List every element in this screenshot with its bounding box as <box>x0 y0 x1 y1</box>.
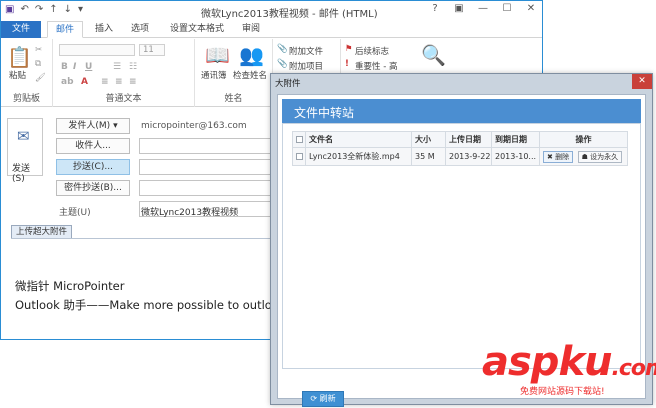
save-icon[interactable]: ▣ <box>5 4 14 15</box>
window-title: 微软Lync2013教程视频 - 邮件 (HTML) <box>201 9 378 20</box>
ribbon-display-icon[interactable]: ▣ <box>452 3 466 14</box>
send-button[interactable]: ✉ 发送(S) <box>7 118 43 184</box>
delete-x-icon: ✖ <box>547 152 553 161</box>
zoom-icon[interactable]: 🔍 <box>421 43 446 67</box>
align-right-icon[interactable]: ≡ <box>129 77 137 87</box>
row-filename: Lync2013全新体验.mp4 <box>305 147 412 166</box>
basic-text-group-label: 普通文本 <box>105 94 142 104</box>
ribbon-tabs: 文件 邮件 插入 选项 设置文本格式 审阅 <box>1 21 542 38</box>
align-center-icon[interactable]: ≡ <box>115 77 123 87</box>
importance-high-icon[interactable]: ! <box>345 59 349 69</box>
underline-button[interactable]: U <box>85 62 92 72</box>
panel-title: 文件中转站 <box>294 106 355 120</box>
bcc-button[interactable]: 密件抄送(B)... <box>56 180 130 196</box>
subject-label: 主题(U) <box>59 208 91 218</box>
row-upload-date: 2013-9-22 <box>445 147 492 166</box>
undo-icon[interactable]: ↶ <box>20 4 28 15</box>
address-book-label[interactable]: 通讯簿 <box>201 69 227 81</box>
title-bar: ▣ ↶ ↷ ↑ ↓ ▾ 微软Lync2013教程视频 - 邮件 (HTML) ?… <box>1 1 542 21</box>
follow-up-label[interactable]: 后续标志 <box>355 45 389 57</box>
file-table: 文件名 大小 上传日期 到期日期 操作 Lync2013全新体验.mp4 35 … <box>292 131 628 166</box>
attach-item-label[interactable]: 附加项目 <box>289 60 323 72</box>
up-arrow-icon[interactable]: ↑ <box>49 4 57 15</box>
highlight-icon[interactable]: ab <box>61 77 74 87</box>
row-expire-date: 2013-10... <box>491 147 540 166</box>
tab-mail[interactable]: 邮件 <box>47 21 83 38</box>
from-button[interactable]: 发件人(M) ▾ <box>56 118 130 134</box>
bold-button[interactable]: B <box>61 62 68 72</box>
bullets-icon[interactable]: ☰ <box>113 62 121 72</box>
send-envelope-icon: ✉ <box>17 127 30 145</box>
close-icon[interactable]: ✕ <box>524 3 538 14</box>
attach-file-icon[interactable]: 📎 <box>277 44 288 54</box>
column-upload-date: 上传日期 <box>445 131 492 148</box>
tab-insert[interactable]: 插入 <box>89 21 119 38</box>
help-icon[interactable]: ? <box>428 3 442 14</box>
maximize-icon[interactable]: ☐ <box>500 3 514 14</box>
numbering-icon[interactable]: ☷ <box>129 62 137 72</box>
cc-button[interactable]: 抄送(C)... <box>56 159 130 175</box>
column-actions: 操作 <box>539 131 628 148</box>
column-filename: 文件名 <box>305 131 412 148</box>
table-header-row: 文件名 大小 上传日期 到期日期 操作 <box>292 131 628 148</box>
align-left-icon[interactable]: ≡ <box>101 77 109 87</box>
column-expire-date: 到期日期 <box>491 131 540 148</box>
format-painter-icon[interactable]: 🖌 <box>35 73 46 83</box>
copy-icon[interactable]: ⧉ <box>35 59 41 69</box>
down-arrow-icon[interactable]: ↓ <box>64 4 72 15</box>
dialog-title: 大附件 <box>275 79 301 89</box>
importance-high-label[interactable]: 重要性 - 高 <box>355 60 397 72</box>
table-row: Lync2013全新体验.mp4 35 M 2013-9-22 2013-10.… <box>292 147 628 166</box>
subject-value: 微软Lync2013教程视频 <box>141 208 239 218</box>
italic-button[interactable]: I <box>73 62 76 72</box>
cut-icon[interactable]: ✂ <box>35 45 42 55</box>
watermark-subtitle: 免费网站源码下载站! <box>520 387 605 397</box>
check-names-icon[interactable]: 👥 <box>239 43 264 67</box>
font-name-box[interactable] <box>59 44 135 56</box>
clipboard-group: 📋 粘贴 ✂ ⧉ 🖌 剪贴板 <box>1 39 53 107</box>
font-size-value: 11 <box>143 45 154 55</box>
panel-header: 文件中转站 <box>282 99 641 123</box>
select-all-checkbox[interactable] <box>292 131 306 148</box>
send-label: 发送(S) <box>12 164 31 184</box>
refresh-button[interactable]: ⟳ 刷新 <box>302 391 344 407</box>
tab-file[interactable]: 文件 <box>1 21 41 38</box>
attach-item-icon[interactable]: 📎 <box>277 59 288 69</box>
font-color-icon[interactable]: A <box>81 77 88 87</box>
dialog-close-icon[interactable]: ✕ <box>632 74 652 89</box>
row-size: 35 M <box>411 147 446 166</box>
paste-label[interactable]: 粘贴 <box>9 69 26 81</box>
clipboard-group-label: 剪贴板 <box>12 94 40 104</box>
delete-button[interactable]: ✖ 删除 <box>543 150 574 163</box>
quick-access-toolbar: ▣ ↶ ↷ ↑ ↓ ▾ <box>5 4 83 15</box>
body-line-1: 微指针 MicroPointer <box>15 279 125 293</box>
make-permanent-button[interactable]: ☗ 设为永久 <box>577 150 623 163</box>
column-size: 大小 <box>411 131 446 148</box>
names-group: 📖 通讯簿 👥 检查姓名 姓名 <box>195 39 273 107</box>
redo-icon[interactable]: ↷ <box>35 4 43 15</box>
check-names-label[interactable]: 检查姓名 <box>233 69 267 81</box>
names-group-label: 姓名 <box>224 94 243 104</box>
basic-text-group: 11 B I U ☰ ☷ ab A ≡ ≡ ≡ 普通文本 <box>53 39 195 107</box>
body-line-2: Outlook 助手——Make more possible to outloo… <box>15 298 286 312</box>
refresh-icon: ⟳ <box>310 394 318 403</box>
minimize-icon[interactable]: — <box>476 3 490 14</box>
window-controls: ? ▣ — ☐ ✕ <box>428 3 538 14</box>
permanent-icon: ☗ <box>581 152 588 161</box>
paste-icon[interactable]: 📋 <box>7 45 32 69</box>
watermark-logo: aspku.com 免费网站源码下载站! <box>480 342 656 406</box>
customize-icon[interactable]: ▾ <box>78 4 83 15</box>
address-book-icon[interactable]: 📖 <box>205 43 230 67</box>
tab-format-text[interactable]: 设置文本格式 <box>165 21 229 38</box>
watermark-main: aspku.com <box>482 339 656 385</box>
tab-review[interactable]: 审阅 <box>237 21 265 38</box>
follow-up-flag-icon[interactable]: ⚑ <box>345 44 353 54</box>
tab-options[interactable]: 选项 <box>125 21 155 38</box>
from-value: micropointer@163.com <box>141 121 247 131</box>
row-checkbox[interactable] <box>292 147 306 166</box>
to-button[interactable]: 收件人... <box>56 138 130 154</box>
attach-file-label[interactable]: 附加文件 <box>289 45 323 57</box>
row-actions: ✖ 删除 ☗ 设为永久 <box>539 147 628 166</box>
upload-large-attachment-tab[interactable]: 上传超大附件 <box>11 225 73 239</box>
